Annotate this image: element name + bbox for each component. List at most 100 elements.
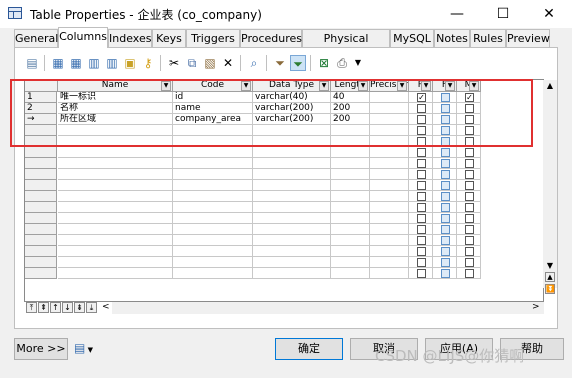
checkbox-m[interactable] (465, 159, 474, 168)
checkbox-m[interactable] (465, 181, 474, 190)
row-number[interactable]: → (25, 114, 57, 125)
checkbox-f[interactable] (441, 181, 450, 190)
move-up-icon[interactable]: ▲ (545, 272, 555, 282)
cell-name[interactable] (58, 235, 173, 246)
close-button[interactable]: ✕ (526, 0, 572, 28)
checkbox-m[interactable] (465, 137, 474, 146)
cell-precision[interactable] (370, 158, 409, 169)
move-bottom-icon[interactable]: ⏬ (545, 284, 555, 294)
list-menu-icon[interactable]: ▤ ▼ (74, 341, 96, 357)
cell-length[interactable]: 200 (331, 114, 370, 125)
tab-columns[interactable]: Columns (58, 27, 108, 48)
cell-precision[interactable] (370, 92, 409, 103)
cell-length[interactable] (331, 202, 370, 213)
cell-name[interactable] (58, 213, 173, 224)
chevron-down-icon[interactable]: ▼ (445, 81, 455, 91)
header-primary[interactable]: P▼ (409, 80, 433, 92)
checkbox-f[interactable] (441, 93, 450, 102)
filter-active-icon[interactable]: ⏷ (290, 55, 306, 71)
cell-type[interactable] (253, 213, 331, 224)
cell-type[interactable] (253, 257, 331, 268)
scroll-up-icon[interactable]: ▲ (543, 80, 557, 92)
cell-name[interactable] (58, 136, 173, 147)
chevron-down-icon[interactable]: ▼ (319, 81, 329, 91)
tab-indexes[interactable]: Indexes (108, 29, 152, 47)
checkbox-m[interactable] (465, 225, 474, 234)
checkbox-f[interactable] (441, 247, 450, 256)
row-number[interactable] (25, 191, 57, 202)
cell-precision[interactable] (370, 103, 409, 114)
cell-type[interactable] (253, 202, 331, 213)
header-data-type[interactable]: Data Type ▼ (253, 80, 331, 92)
cell-name[interactable]: 唯一标识 (58, 92, 173, 103)
excel-icon[interactable]: ⊠ (316, 55, 332, 71)
cell-code[interactable] (173, 257, 253, 268)
tab-general[interactable]: General (14, 29, 58, 47)
checkbox-f[interactable] (441, 115, 450, 124)
cell-code[interactable] (173, 180, 253, 191)
header-mandatory[interactable]: M▼ (457, 80, 481, 92)
checkbox-f[interactable] (441, 214, 450, 223)
cell-length[interactable] (331, 180, 370, 191)
cell-name[interactable] (58, 169, 173, 180)
cell-length[interactable] (331, 235, 370, 246)
cell-precision[interactable] (370, 147, 409, 158)
cell-precision[interactable] (370, 202, 409, 213)
checkbox-p[interactable] (417, 126, 426, 135)
checkbox-f[interactable] (441, 148, 450, 157)
cell-code[interactable]: company_area (173, 114, 253, 125)
cell-type[interactable] (253, 125, 331, 136)
cell-name[interactable] (58, 158, 173, 169)
checkbox-f[interactable] (441, 236, 450, 245)
cell-precision[interactable] (370, 169, 409, 180)
cell-code[interactable] (173, 202, 253, 213)
checkbox-p[interactable] (417, 115, 426, 124)
cell-length[interactable] (331, 147, 370, 158)
header-code[interactable]: Code ▼ (173, 80, 253, 92)
cell-name[interactable] (58, 224, 173, 235)
cell-precision[interactable] (370, 114, 409, 125)
checkbox-m[interactable] (465, 104, 474, 113)
cell-length[interactable] (331, 158, 370, 169)
row-number[interactable] (25, 213, 57, 224)
paste-icon[interactable]: ▧ (202, 55, 218, 71)
cell-type[interactable] (253, 158, 331, 169)
row-number[interactable] (25, 158, 57, 169)
row-number[interactable] (25, 268, 57, 279)
checkbox-p[interactable] (417, 236, 426, 245)
cell-type[interactable] (253, 246, 331, 257)
add-columns-icon[interactable]: ▥ (86, 55, 102, 71)
cell-length[interactable] (331, 224, 370, 235)
row-number[interactable] (25, 136, 57, 147)
checkbox-m[interactable] (465, 247, 474, 256)
cell-name[interactable]: 所在区域 (58, 114, 173, 125)
cell-name[interactable] (58, 191, 173, 202)
cell-code[interactable] (173, 169, 253, 180)
tab-keys[interactable]: Keys (152, 29, 186, 47)
cell-code[interactable]: id (173, 92, 253, 103)
properties-icon[interactable]: ▤ (24, 55, 40, 71)
cell-name[interactable] (58, 147, 173, 158)
row-number[interactable] (25, 246, 57, 257)
checkbox-f[interactable] (441, 192, 450, 201)
checkbox-p[interactable] (417, 225, 426, 234)
cell-code[interactable] (173, 191, 253, 202)
checkbox-m[interactable] (465, 214, 474, 223)
chevron-down-icon[interactable]: ▼ (469, 81, 479, 91)
cell-length[interactable] (331, 246, 370, 257)
chevron-down-icon[interactable]: ▼ (397, 81, 407, 91)
checkbox-p[interactable] (417, 269, 426, 278)
cell-name[interactable] (58, 246, 173, 257)
cell-precision[interactable] (370, 213, 409, 224)
cell-name[interactable] (58, 125, 173, 136)
row-number[interactable] (25, 257, 57, 268)
cell-length[interactable] (331, 136, 370, 147)
minimize-button[interactable]: — (434, 0, 480, 28)
cell-type[interactable] (253, 235, 331, 246)
reuse-columns-icon[interactable]: ▥ (104, 55, 120, 71)
scroll-left-icon[interactable]: < (102, 302, 110, 312)
checkbox-f[interactable] (441, 137, 450, 146)
horizontal-scrollbar[interactable]: > (112, 302, 544, 314)
checkbox-f[interactable] (441, 258, 450, 267)
cell-precision[interactable] (370, 125, 409, 136)
